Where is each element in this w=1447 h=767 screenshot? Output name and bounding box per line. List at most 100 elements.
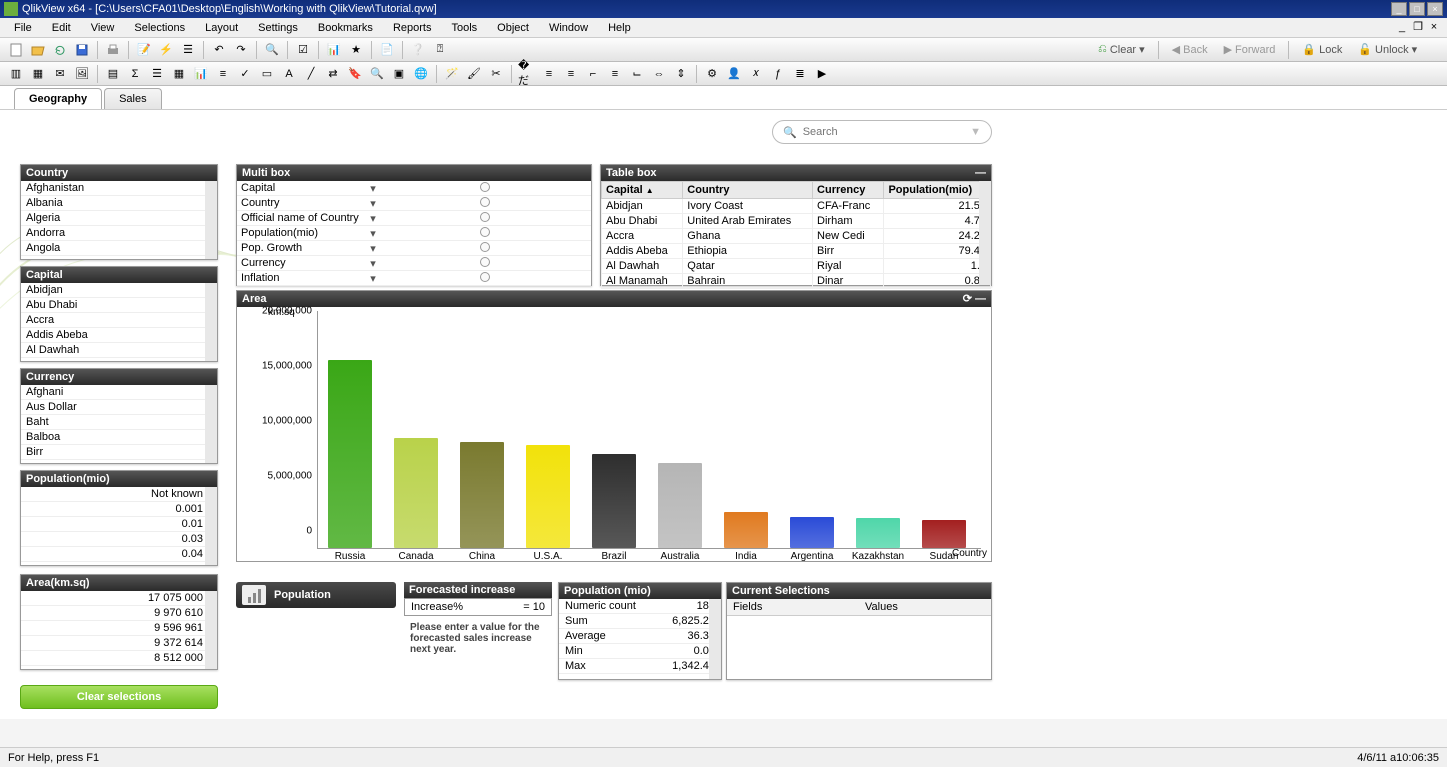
bar[interactable] [724, 512, 768, 548]
list-item[interactable]: Albania [21, 196, 217, 211]
list-item[interactable]: Aus Dollar [21, 400, 217, 415]
copy-image-icon[interactable]: 🖼 [72, 64, 92, 84]
create-container-icon[interactable]: ▣ [389, 64, 409, 84]
chevron-down-icon[interactable]: ▾ [367, 197, 379, 210]
tab-sales[interactable]: Sales [104, 88, 162, 109]
menu-window[interactable]: Window [541, 20, 596, 36]
list-item[interactable]: Al Dawhah [21, 343, 217, 358]
create-input-icon[interactable]: ≡ [213, 64, 233, 84]
create-statbox-icon[interactable]: Σ [125, 64, 145, 84]
back-button[interactable]: ◀ Back [1166, 41, 1214, 58]
forward-button[interactable]: ▶ Forward [1218, 41, 1282, 58]
multibox-row[interactable]: Country▾ [237, 196, 591, 211]
create-slider-icon[interactable]: ⇄ [323, 64, 343, 84]
refresh-icon[interactable] [50, 40, 70, 60]
radio-icon[interactable] [480, 212, 490, 222]
reload-icon[interactable]: ⚡ [156, 40, 176, 60]
scrollbar[interactable] [205, 591, 217, 669]
user-prefs-icon[interactable]: 👤 [724, 64, 744, 84]
bookmark-add-icon[interactable]: ★ [346, 40, 366, 60]
bar[interactable] [922, 520, 966, 548]
chevron-down-icon[interactable]: ▾ [367, 182, 379, 195]
create-chart-icon[interactable]: 📊 [191, 64, 211, 84]
chevron-down-icon[interactable]: ▼ [970, 126, 981, 138]
list-item[interactable]: 0.04 [21, 547, 217, 562]
chevron-down-icon[interactable]: ▾ [367, 227, 379, 240]
radio-icon[interactable] [480, 197, 490, 207]
list-item[interactable]: Afghani [21, 385, 217, 400]
forecast-box[interactable]: Forecasted increase Increase%= 10 Please… [404, 582, 552, 661]
scrollbar[interactable] [205, 385, 217, 463]
table-row[interactable]: AbidjanIvory CoastCFA-Franc21.57 [602, 199, 991, 214]
menu-reports[interactable]: Reports [385, 20, 440, 36]
clear-button[interactable]: ⎌Clear ▾ [1092, 41, 1151, 58]
list-item[interactable]: 9 970 610 [21, 606, 217, 621]
forecast-value[interactable]: = 10 [523, 601, 545, 613]
list-item[interactable]: 0.03 [21, 532, 217, 547]
save-icon[interactable] [72, 40, 92, 60]
list-item[interactable]: 0.001 [21, 502, 217, 517]
list-item[interactable]: Abu Dhabi [21, 298, 217, 313]
listbox-capital[interactable]: Capital AbidjanAbu DhabiAccraAddis Abeba… [20, 266, 218, 362]
bar[interactable] [394, 438, 438, 548]
add-sheet-icon[interactable]: ▥ [6, 64, 26, 84]
table-header[interactable]: Currency [813, 182, 884, 199]
menu-file[interactable]: File [6, 20, 40, 36]
radio-icon[interactable] [480, 227, 490, 237]
current-selections[interactable]: Current Selections Fields Values [726, 582, 992, 680]
align-right-icon[interactable]: ≡ [561, 64, 581, 84]
table-header[interactable]: Country [683, 182, 813, 199]
list-item[interactable]: Baht [21, 415, 217, 430]
radio-icon[interactable] [480, 242, 490, 252]
lock-button[interactable]: 🔒 Lock [1296, 41, 1348, 58]
create-bookmark-icon[interactable]: 🔖 [345, 64, 365, 84]
tab-geography[interactable]: Geography [14, 88, 102, 109]
minimize-icon[interactable]: — [975, 293, 986, 305]
scrollbar[interactable] [979, 181, 991, 285]
edit-script-icon[interactable]: 📝 [134, 40, 154, 60]
wizard-icon[interactable]: 🪄 [442, 64, 462, 84]
chevron-down-icon[interactable]: ▾ [367, 272, 379, 285]
list-item[interactable]: Afghanistan [21, 181, 217, 196]
population-button[interactable]: Population [236, 582, 396, 608]
create-search-icon[interactable]: 🔍 [367, 64, 387, 84]
table-row[interactable]: Addis AbebaEthiopiaBirr79.46 [602, 244, 991, 259]
table-row[interactable]: Abu DhabiUnited Arab EmiratesDirham4.71 [602, 214, 991, 229]
bar[interactable] [790, 517, 834, 548]
list-item[interactable]: Angola [21, 241, 217, 256]
list-item[interactable]: Abidjan [21, 283, 217, 298]
scrollbar[interactable] [709, 599, 721, 679]
quick-chart-icon[interactable]: 📊 [324, 40, 344, 60]
search-icon[interactable]: 🔍 [262, 40, 282, 60]
align-mid-icon[interactable]: ≡ [605, 64, 625, 84]
table-header[interactable]: Capital ▲ [602, 182, 683, 199]
menu-tools[interactable]: Tools [443, 20, 485, 36]
menu-edit[interactable]: Edit [44, 20, 79, 36]
listbox-currency[interactable]: Currency AfghaniAus DollarBahtBalboaBirr [20, 368, 218, 464]
tablebox[interactable]: Table box— Capital ▲CountryCurrencyPopul… [600, 164, 992, 286]
list-item[interactable]: 0.01 [21, 517, 217, 532]
clear-selections-button[interactable]: Clear selections [20, 685, 218, 709]
listbox-population[interactable]: Population(mio) Not known0.0010.010.030.… [20, 470, 218, 566]
list-item[interactable]: Birr [21, 445, 217, 460]
maximize-button[interactable]: □ [1409, 2, 1425, 16]
radio-icon[interactable] [480, 257, 490, 267]
webview-icon[interactable]: ▶ [812, 64, 832, 84]
list-item[interactable]: Balboa [21, 430, 217, 445]
unlock-button[interactable]: 🔓 Unlock ▾ [1352, 41, 1423, 58]
whatsthis-icon[interactable]: ⍰ [430, 40, 450, 60]
listbox-country[interactable]: Country AfghanistanAlbaniaAlgeriaAndorra… [20, 164, 218, 260]
create-button-icon[interactable]: ▭ [257, 64, 277, 84]
layers-icon[interactable]: ≣ [790, 64, 810, 84]
list-item[interactable]: Not known [21, 487, 217, 502]
multibox-row[interactable]: Population(mio)▾ [237, 226, 591, 241]
mdi-close[interactable]: × [1427, 21, 1441, 35]
radio-icon[interactable] [480, 182, 490, 192]
list-item[interactable]: 17 075 000 [21, 591, 217, 606]
list-item[interactable]: 9 372 614 [21, 636, 217, 651]
create-listbox-icon[interactable]: ▤ [103, 64, 123, 84]
bar[interactable] [658, 463, 702, 548]
list-item[interactable]: Algeria [21, 211, 217, 226]
create-text-icon[interactable]: A [279, 64, 299, 84]
list-item[interactable]: Andorra [21, 226, 217, 241]
